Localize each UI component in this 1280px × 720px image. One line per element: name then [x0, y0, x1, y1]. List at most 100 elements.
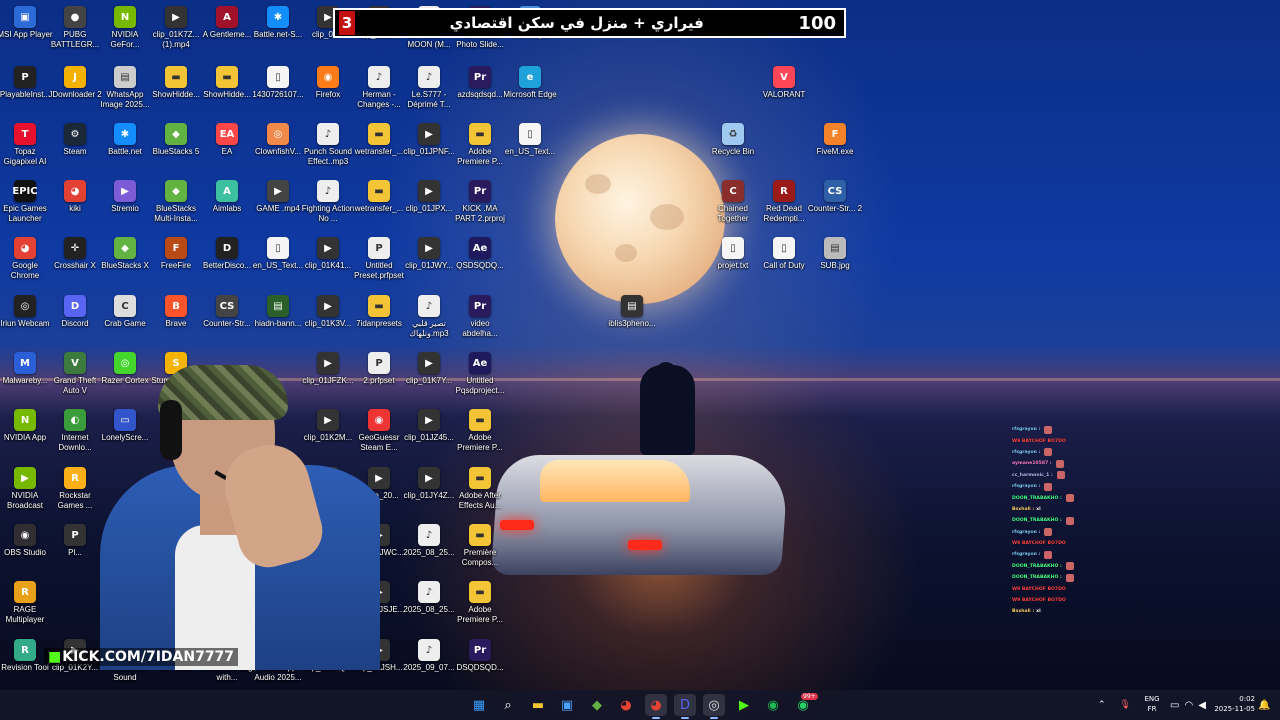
desktop-icon[interactable]: ▤ hiadn-bann...: [253, 295, 303, 351]
desktop-icon[interactable]: ▬ Adobe Premiere P...: [455, 123, 505, 179]
chrome-taskbar-button[interactable]: ◕: [615, 694, 637, 716]
desktop-icon[interactable]: A Aimlabs: [202, 180, 252, 236]
desktop-icon[interactable]: ◎ Iriun Webcam: [0, 295, 50, 351]
desktop-icon[interactable]: C Crab Game: [100, 295, 150, 351]
desktop-icon[interactable]: ♪ Herman - Changes -...: [354, 66, 404, 122]
obs-taskbar-button[interactable]: ◎: [703, 694, 725, 719]
kick-taskbar-button[interactable]: ▶: [733, 694, 755, 716]
desktop-icon[interactable]: ▶ clip_01JY4Z...: [404, 467, 454, 523]
start-button[interactable]: ▦: [468, 694, 490, 716]
desktop-icon[interactable]: ◉ OBS Studio: [0, 524, 50, 580]
desktop-icon[interactable]: M Malwareby...: [0, 352, 50, 408]
desktop-icon[interactable]: ▬ Adobe Premiere P...: [455, 581, 505, 637]
desktop-icon[interactable]: R Revision Tool: [0, 639, 50, 695]
desktop-icon[interactable]: ▬ ShowHidde...: [151, 66, 201, 122]
desktop-icon[interactable]: ▤ iblis3pheno...: [607, 295, 657, 351]
desktop-icon[interactable]: J JDownloader 2: [48, 66, 102, 122]
desktop-icon[interactable]: ▬ wetransfer_...: [354, 180, 404, 236]
taskbar-clock[interactable]: 0:02 2025-11-05: [1205, 694, 1255, 714]
bluestacks-taskbar-button[interactable]: ◆: [586, 694, 608, 716]
desktop-icon[interactable]: V VALORANT: [759, 66, 809, 122]
desktop-icon[interactable]: EA EA: [202, 123, 252, 179]
desktop-icon[interactable]: R Red Dead Redempti...: [759, 180, 809, 236]
desktop-icon[interactable]: ♻ Recycle Bin: [708, 123, 758, 179]
desktop-icon[interactable]: ▯ 1430726107...: [252, 66, 304, 122]
desktop-icon[interactable]: ▶ NVIDIA Broadcast: [0, 467, 50, 523]
desktop-icon[interactable]: ▶ Stremio: [100, 180, 150, 236]
desktop-icon[interactable]: N NVIDIA GeFor...: [100, 6, 150, 62]
desktop-icon[interactable]: Pr KICK .MA PART 2.prproj: [455, 180, 505, 236]
desktop-icon[interactable]: ▤ WhatsApp Image 2025...: [100, 66, 150, 122]
desktop-icon[interactable]: ♪ تصير قلبي ونلهاك.mp3: [404, 295, 454, 351]
desktop-icon[interactable]: R RAGE Multiplayer: [0, 581, 50, 637]
desktop-icon[interactable]: ◆ BlueStacks Multi-Insta...: [151, 180, 201, 236]
desktop-icon[interactable]: ◕ kiki: [50, 180, 100, 236]
desktop-icon[interactable]: ✱ Battle.net-S...: [253, 6, 303, 62]
microphone-icon[interactable]: 🎙: [1120, 700, 1131, 710]
desktop-icon[interactable]: ▶ clip_01JPX...: [404, 180, 454, 236]
desktop-icon[interactable]: ✱ Battle.net: [100, 123, 150, 179]
desktop-icon[interactable]: D Discord: [50, 295, 100, 351]
desktop-icon[interactable]: ▤ SUB.jpg: [810, 237, 860, 293]
desktop-icon[interactable]: ▶ clip_01JWY...: [404, 237, 454, 293]
desktop-icon[interactable]: Pr azdsqdsqd...: [455, 66, 505, 122]
microsoft-store-button[interactable]: ▣: [556, 694, 578, 716]
desktop-icon[interactable]: Ae QSDSQDQ...: [455, 237, 505, 293]
desktop-icon[interactable]: Ae Untitled Pqsdproject...: [455, 352, 505, 408]
desktop-icon[interactable]: ♪ Le.S777 - Déprimé T...: [404, 66, 454, 122]
desktop-icon[interactable]: ▯ en_US_Text...: [253, 237, 303, 293]
desktop-icon[interactable]: ♪ 2025_09_07...: [403, 639, 455, 695]
desktop-icon[interactable]: A A Gentleme...: [202, 6, 252, 62]
desktop-icon[interactable]: F FiveM.exe: [810, 123, 860, 179]
desktop-icon[interactable]: Pr video abdelha...: [455, 295, 505, 351]
desktop-icon[interactable]: P Untitled Preset.prfpset: [354, 237, 404, 293]
desktop-icon[interactable]: ▬ ShowHidde...: [202, 66, 252, 122]
desktop-icon[interactable]: ▯ projet.txt: [708, 237, 758, 293]
desktop-icon[interactable]: CS Counter-Str...: [202, 295, 252, 351]
spotify-taskbar-button[interactable]: ◉: [762, 694, 784, 716]
desktop-icon[interactable]: ◆ BlueStacks 5: [151, 123, 201, 179]
notification-bell-icon[interactable]: 🔔: [1258, 690, 1270, 720]
desktop-icon[interactable]: CS Counter-Str... 2: [808, 180, 862, 236]
desktop-icon[interactable]: ◉ Firefox: [303, 66, 353, 122]
desktop-icon[interactable]: Pr DSQDSQD...: [455, 639, 505, 695]
desktop-icon[interactable]: ▬ Adobe After Effects Au...: [455, 467, 505, 523]
desktop-icon[interactable]: F FreeFire: [151, 237, 201, 293]
desktop-icon[interactable]: ✛ Crosshair X: [50, 237, 100, 293]
desktop-icon[interactable]: ▶ clip_01K41...: [303, 237, 353, 293]
quick-settings[interactable]: ▭ ◠ ◀: [1170, 690, 1206, 720]
desktop-icon[interactable]: ● PUBG BATTLEGR...: [50, 6, 100, 62]
desktop-icon[interactable]: ▬ wetransfer_...: [354, 123, 404, 179]
desktop-icon[interactable]: ▣ MSI App Player: [0, 6, 53, 62]
file-explorer-button[interactable]: ▬: [527, 694, 549, 716]
desktop-icon[interactable]: N NVIDIA App: [0, 409, 50, 465]
desktop-icon[interactable]: D BetterDisco...: [202, 237, 252, 293]
show-hidden-icons-chevron-icon[interactable]: ⌃: [1098, 700, 1106, 710]
desktop-icon[interactable]: e Microsoft Edge: [503, 66, 557, 122]
chrome-active-taskbar-button[interactable]: ◕: [645, 694, 667, 719]
desktop-icon[interactable]: ▬ 7idanpresets: [354, 295, 404, 351]
desktop-icon[interactable]: ▯ Call of Duty: [759, 237, 809, 293]
desktop-icon[interactable]: ▯ en_US_Text...: [505, 123, 555, 179]
desktop-icon[interactable]: ⚙ Steam: [50, 123, 100, 179]
desktop-icon[interactable]: ♪ Fighting Action No ...: [302, 180, 354, 236]
desktop-icon[interactable]: ♪ 2025_08_25...: [403, 581, 455, 637]
desktop-icon[interactable]: P PlayableInst...: [0, 66, 50, 122]
desktop-icon[interactable]: ◕ Google Chrome: [0, 237, 50, 293]
desktop-icon[interactable]: ▶ clip_01K7Z... (1).mp4: [151, 6, 201, 62]
discord-taskbar-button[interactable]: D: [674, 694, 696, 719]
desktop-icon[interactable]: ▶ clip_01JZ45...: [404, 409, 454, 465]
desktop-icon[interactable]: C Chained Together: [708, 180, 758, 236]
search-button[interactable]: ⌕: [497, 694, 519, 716]
desktop-icon[interactable]: ♪ 2025_08_25...: [403, 524, 455, 580]
desktop-icon[interactable]: ▶ clip_01JPNF...: [403, 123, 455, 179]
desktop-icon[interactable]: B Brave: [151, 295, 201, 351]
desktop-icon[interactable]: ▬ Première Compos...: [455, 524, 505, 580]
desktop-icon[interactable]: ▶ clip_01K3V...: [303, 295, 353, 351]
desktop-icon[interactable]: ▶ GAME .mp4: [253, 180, 303, 236]
desktop-icon[interactable]: ◆ BlueStacks X: [100, 237, 150, 293]
desktop-icon[interactable]: EPIC Epic Games Launcher: [0, 180, 50, 236]
desktop-icon[interactable]: ♪ Punch Sound Effect..mp3: [303, 123, 353, 179]
desktop-icon[interactable]: ▬ Adobe Premiere P...: [455, 409, 505, 465]
language-indicator[interactable]: ENG FR: [1140, 694, 1164, 714]
